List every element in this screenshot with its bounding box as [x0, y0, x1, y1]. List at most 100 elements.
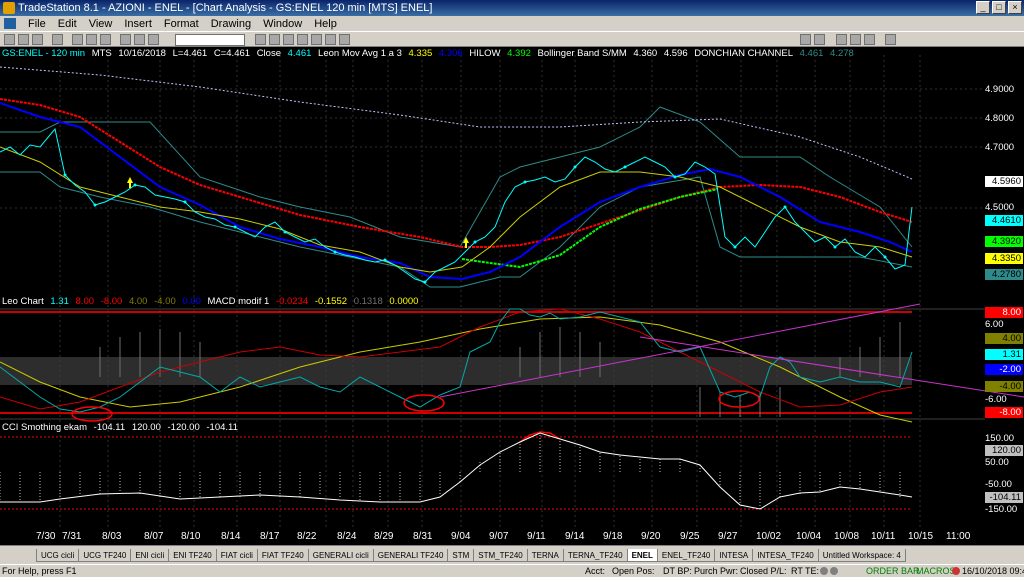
low-label: L=4.461	[172, 48, 208, 59]
paste-icon[interactable]	[100, 34, 111, 45]
maximize-button[interactable]: □	[992, 1, 1006, 14]
status-datetime: 16/10/2018 09:47	[962, 566, 1024, 576]
leo-value-4: 4.00	[128, 296, 148, 307]
fibonacci-icon[interactable]	[311, 34, 322, 45]
tab-stm[interactable]: STM	[447, 548, 475, 562]
price-axis-label: 4.7000	[985, 142, 1015, 153]
channel-icon[interactable]	[325, 34, 336, 45]
status-acct: Acct:	[585, 566, 606, 576]
tab-stm-tf240[interactable]: STM_TF240	[473, 548, 528, 562]
chart-svg[interactable]	[0, 47, 1024, 527]
price-tag-donchian: 4.2780	[985, 269, 1023, 280]
leo-axis-label: 6.00	[985, 319, 1004, 330]
date-label: 7/30	[36, 531, 56, 542]
status-dt-bp: DT BP:	[663, 566, 692, 576]
close-button[interactable]: ×	[1008, 1, 1022, 14]
tab-fiat-cicli[interactable]: FIAT cicli	[215, 548, 258, 562]
settings-icon[interactable]	[885, 34, 896, 45]
menu-file[interactable]: File	[28, 18, 46, 30]
mov-avg-name: Leon Mov Avg 1 a 3	[318, 48, 402, 59]
date-label: 8/24	[337, 531, 357, 542]
symbol-combo[interactable]	[175, 34, 245, 46]
status-closed-pl: Closed P/L:	[740, 566, 787, 576]
text-icon[interactable]	[283, 34, 294, 45]
new-icon[interactable]	[4, 34, 15, 45]
price-tag-mov-avg: 4.3350	[985, 253, 1023, 264]
zoom-icon[interactable]	[255, 34, 266, 45]
tab-enel-tf240[interactable]: ENEL_TF240	[656, 548, 716, 562]
workspace-tabs: UCG cicli UCG TF240 ENI cicli ENI TF240 …	[0, 545, 1024, 564]
menu-insert[interactable]: Insert	[124, 18, 152, 30]
window-icon[interactable]	[864, 34, 875, 45]
macros-button[interactable]: MACROS	[916, 565, 956, 577]
leo-axis-tag: -4.00	[985, 381, 1023, 392]
data-feed-icon	[830, 567, 838, 575]
menu-edit[interactable]: Edit	[58, 18, 77, 30]
tab-eni-tf240[interactable]: ENI TF240	[168, 548, 217, 562]
minimize-button[interactable]: _	[976, 1, 990, 14]
date-label: 8/22	[297, 531, 317, 542]
hilow-value: 4.392	[507, 48, 531, 59]
trendline-icon[interactable]	[269, 34, 280, 45]
menu-format[interactable]: Format	[164, 18, 199, 30]
tab-intesa-tf240[interactable]: INTESA_TF240	[752, 548, 819, 562]
date-label: 9/25	[680, 531, 700, 542]
cci-value-2: 120.00	[131, 422, 161, 433]
date-label: 9/14	[565, 531, 585, 542]
tab-generali-tf240[interactable]: GENERALI TF240	[372, 548, 449, 562]
bar-icon[interactable]	[134, 34, 145, 45]
tab-ucg-cicli[interactable]: UCG cicli	[36, 548, 80, 562]
macd-name: MACD modif 1	[207, 296, 270, 307]
symbol-label: GS:ENEL - 120 min	[2, 48, 86, 59]
layout-icon[interactable]	[836, 34, 847, 45]
chart-doc-icon	[4, 18, 16, 29]
grid-icon[interactable]	[850, 34, 861, 45]
open-icon[interactable]	[18, 34, 29, 45]
save-icon[interactable]	[32, 34, 43, 45]
order-bar-button[interactable]: ORDER BAR	[866, 565, 920, 577]
toolbar	[0, 31, 1024, 47]
tab-terna-tf240[interactable]: TERNA_TF240	[562, 548, 628, 562]
nav-right-icon[interactable]	[814, 34, 825, 45]
macd-value-1: -0.0234	[275, 296, 309, 307]
date-label: 10/16/2018	[118, 48, 166, 59]
menu-view[interactable]: View	[89, 18, 113, 30]
date-label: 7/31	[62, 531, 82, 542]
indicator-icon[interactable]	[148, 34, 159, 45]
tab-terna[interactable]: TERNA	[526, 548, 564, 562]
date-label: 8/07	[144, 531, 164, 542]
arrow-icon[interactable]	[297, 34, 308, 45]
menu-drawing[interactable]: Drawing	[211, 18, 251, 30]
cut-icon[interactable]	[72, 34, 83, 45]
leo-value-1: 1.31	[50, 296, 69, 307]
date-label: 9/04	[451, 531, 471, 542]
tab-eni-cicli[interactable]: ENI cicli	[130, 548, 170, 562]
menu-window[interactable]: Window	[263, 18, 302, 30]
leo-header: Leo Chart 1.31 8.00 -8.00 4.00 -4.00 0.0…	[2, 296, 422, 307]
price-axis-label: 4.5000	[985, 202, 1015, 213]
nav-left-icon[interactable]	[800, 34, 811, 45]
alert-icon	[952, 567, 960, 575]
cursor-icon[interactable]	[339, 34, 350, 45]
date-label: 11:00	[946, 531, 971, 542]
tab-untitled-workspace[interactable]: Untitled Workspace: 4	[817, 548, 906, 562]
leo-axis-label: -6.00	[985, 394, 1007, 405]
macd-value-2: -0.1552	[314, 296, 348, 307]
date-label: 10/08	[834, 531, 860, 542]
tab-enel[interactable]: ENEL	[626, 548, 658, 562]
bb-value-2: 4.596	[663, 48, 688, 59]
tab-generali-cicli[interactable]: GENERALI cicli	[307, 548, 374, 562]
date-label: 8/03	[102, 531, 122, 542]
menu-help[interactable]: Help	[314, 18, 337, 30]
tab-intesa[interactable]: INTESA	[714, 548, 754, 562]
print-icon[interactable]	[52, 34, 63, 45]
date-label: 9/11	[527, 531, 546, 542]
tab-ucg-tf240[interactable]: UCG TF240	[78, 548, 132, 562]
tab-fiat-tf240[interactable]: FIAT TF240	[256, 548, 309, 562]
chart-area[interactable]: GS:ENEL - 120 min MTS 10/16/2018 L=4.461…	[0, 47, 1024, 545]
chart-icon[interactable]	[120, 34, 131, 45]
copy-icon[interactable]	[86, 34, 97, 45]
date-label: 8/29	[374, 531, 394, 542]
window-title: TradeStation 8.1 - AZIONI - ENEL - [Char…	[18, 2, 433, 14]
date-label: 10/15	[908, 531, 934, 542]
